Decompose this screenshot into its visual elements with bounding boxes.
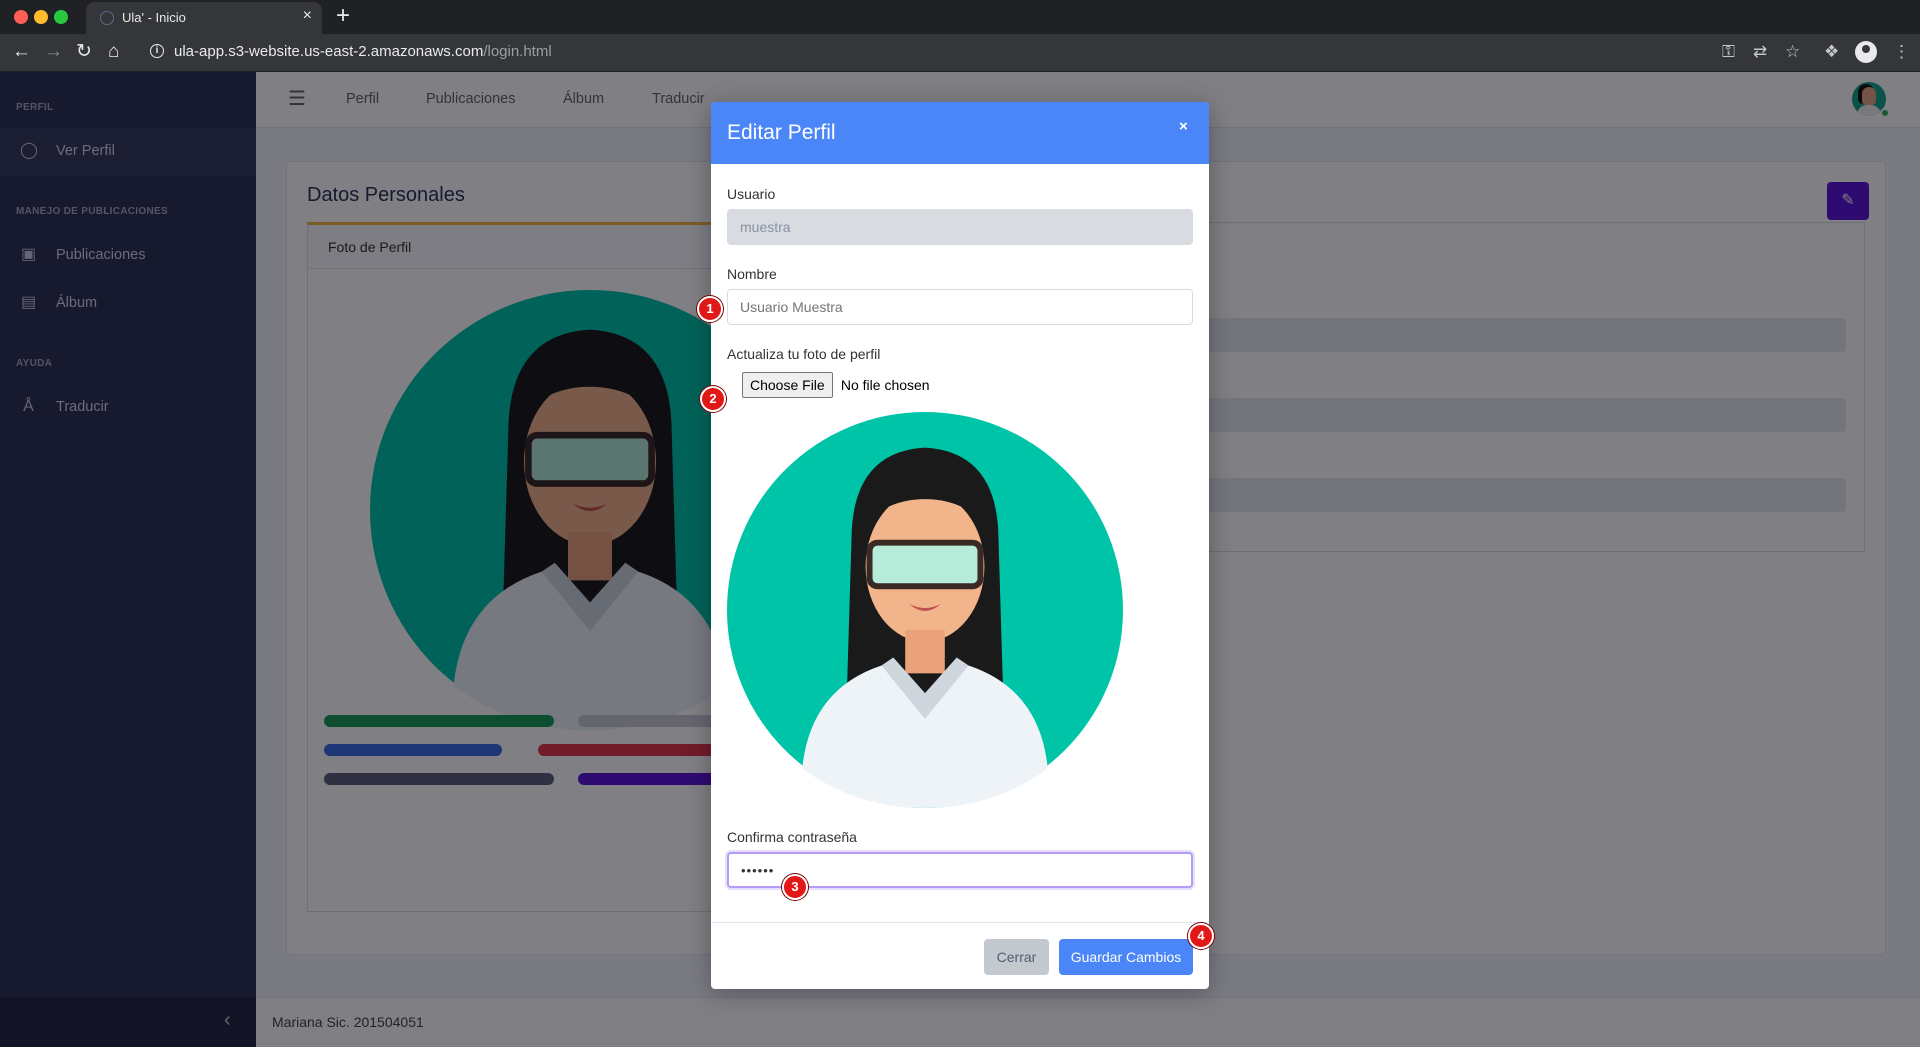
browser-menu-icon[interactable]: ⋮ [1893,42,1910,62]
close-icon[interactable]: × [1179,118,1188,135]
key-icon[interactable]: ⚿ [1722,42,1735,62]
close-window-button[interactable] [14,10,28,24]
annotation-marker-4: 4 [1188,923,1214,949]
cancel-button[interactable]: Cerrar [984,939,1049,975]
file-input[interactable]: Choose File No file chosen [742,372,930,398]
annotation-marker-1: 1 [697,296,723,322]
maximize-window-button[interactable] [54,10,68,24]
browser-toolbar: ← → ↻ ⌂ i ula-app.s3-website.us-east-2.a… [0,34,1920,72]
app-viewport: PERFIL ◯ Ver Perfil MANEJO DE PUBLICACIO… [0,72,1920,1047]
profile-photo-preview [727,412,1123,808]
minimize-window-button[interactable] [34,10,48,24]
choose-file-button[interactable]: Choose File [742,372,833,398]
annotation-marker-2: 2 [700,386,726,412]
foto-label: Actualiza tu foto de perfil [727,346,881,362]
file-status-text: No file chosen [840,377,930,393]
url-domain: ula-app.s3-website.us-east-2.amazonaws.c… [174,43,484,60]
nombre-label: Nombre [727,266,777,282]
nombre-field[interactable] [727,289,1193,325]
modal-footer: Cerrar Guardar Cambios [711,922,1209,989]
browser-tab-bar: Ula' - Inicio × + [0,0,1920,34]
confirm-password-label: Confirma contraseña [727,829,857,845]
reload-icon[interactable]: ↻ [76,41,92,63]
usuario-field[interactable] [727,209,1193,245]
annotation-marker-3: 3 [782,874,808,900]
modal-header: Editar Perfil × [711,102,1209,164]
address-bar[interactable]: ula-app.s3-website.us-east-2.amazonaws.c… [174,43,552,60]
edit-profile-modal: Editar Perfil × Usuario Nombre Actualiza… [711,102,1209,989]
tab-title: Ula' - Inicio [122,10,186,25]
forward-arrow-icon[interactable]: → [44,41,63,63]
translate-page-icon[interactable]: ⇄ [1753,42,1767,62]
bookmark-star-icon[interactable]: ☆ [1785,42,1800,62]
site-info-icon[interactable]: i [150,44,164,58]
browser-profile-icon[interactable] [1855,41,1877,63]
save-button[interactable]: Guardar Cambios [1059,939,1193,975]
home-icon[interactable]: ⌂ [108,41,119,63]
tab-close-icon[interactable]: × [303,7,312,25]
usuario-label: Usuario [727,186,776,202]
modal-title: Editar Perfil [727,121,836,144]
browser-tab[interactable]: Ula' - Inicio × [86,2,322,34]
tab-favicon-icon [100,11,114,25]
url-path: /login.html [483,43,552,60]
new-tab-button[interactable]: + [336,2,350,30]
back-arrow-icon[interactable]: ← [12,41,31,63]
extensions-puzzle-icon[interactable]: ❖ [1824,42,1839,62]
